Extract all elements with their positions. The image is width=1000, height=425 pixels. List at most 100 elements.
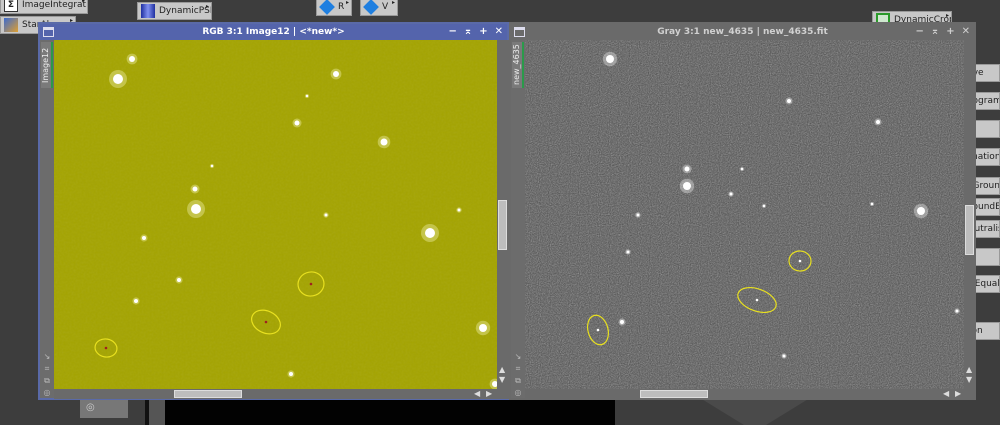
star-center [104, 346, 108, 350]
image-window-rgb[interactable]: RGB 3:1 Image12 | <*new*> − ⌅ + ✕ Image1… [38, 22, 509, 400]
psf-icon [141, 4, 155, 18]
star [380, 138, 388, 146]
star [305, 94, 309, 98]
star-center [264, 320, 268, 324]
fit-view-icon[interactable]: ↘ [513, 352, 523, 362]
view-tab[interactable]: new_4635 [512, 42, 524, 88]
scroll-thumb[interactable] [174, 390, 242, 398]
cube-icon [319, 0, 335, 15]
process-icon-v[interactable]: V ▸ [360, 0, 398, 16]
minimized-window[interactable]: ◎ [80, 398, 128, 418]
star [683, 182, 691, 190]
clone-icon[interactable]: ⧉ [513, 376, 523, 386]
scroll-right-icon[interactable]: ▶ [955, 389, 961, 398]
image-noise [525, 40, 964, 389]
maximize-button[interactable]: + [479, 24, 487, 40]
star [782, 354, 786, 358]
vertical-scrollbar[interactable]: ▲ ▼ [964, 40, 976, 389]
star [620, 320, 624, 324]
process-icon-r[interactable]: R ▸ [316, 0, 352, 16]
minimize-button[interactable]: − [448, 24, 456, 40]
star [129, 56, 135, 62]
star [955, 309, 959, 313]
star [113, 74, 123, 84]
star [177, 278, 181, 282]
settings-icon[interactable]: ◎ [42, 388, 52, 398]
window-menu-icon[interactable] [43, 27, 54, 37]
star [729, 192, 733, 196]
star-alignment-icon [4, 18, 18, 32]
star [289, 372, 293, 376]
star [787, 99, 791, 103]
star [626, 250, 630, 254]
star [606, 55, 614, 63]
divider [145, 398, 165, 425]
scroll-down-icon[interactable]: ▼ [499, 375, 505, 384]
scroll-down-icon[interactable]: ▼ [966, 375, 972, 384]
zoom-to-fit-icon[interactable]: ⌗ [513, 364, 523, 374]
star [134, 299, 138, 303]
scroll-left-icon[interactable]: ◀ [474, 389, 480, 398]
scroll-thumb[interactable] [965, 205, 974, 255]
star [333, 71, 339, 77]
image-window-gray[interactable]: Gray 3:1 new_4635 | new_4635.fit − ⌅ + ✕… [509, 22, 976, 400]
star [191, 204, 201, 214]
clone-icon[interactable]: ⧉ [42, 376, 52, 386]
process-icon-imageintegration[interactable]: Σ ImageIntegration▸ [0, 0, 88, 14]
workspace-shape [700, 398, 810, 425]
gear-icon: ◎ [86, 402, 95, 413]
cube-icon [363, 0, 379, 15]
window-title: Gray 3:1 new_4635 | new_4635.fit [657, 27, 828, 37]
process-icon-label: DynamicPSF [159, 6, 212, 16]
image-noise [54, 40, 497, 389]
image-canvas-rgb[interactable] [54, 40, 497, 389]
star [636, 213, 640, 217]
star [917, 207, 925, 215]
vertical-scrollbar[interactable]: ▲ ▼ [497, 40, 509, 389]
window-menu-icon[interactable] [514, 27, 525, 37]
horizontal-scrollbar[interactable]: ◀ ▶ [525, 389, 976, 399]
star [294, 120, 300, 126]
process-icon-dynamicpsf[interactable]: DynamicPSF ▸ [137, 2, 212, 20]
black-image-preview [165, 398, 615, 425]
shade-button[interactable]: ⌅ [931, 24, 939, 40]
title-bar[interactable]: RGB 3:1 Image12 | <*new*> − ⌅ + ✕ [40, 24, 507, 40]
star-center [309, 282, 313, 286]
star [762, 204, 766, 208]
view-tab[interactable]: Image12 [41, 42, 53, 88]
star [870, 202, 874, 206]
scroll-left-icon[interactable]: ◀ [943, 389, 949, 398]
shade-button[interactable]: ⌅ [464, 24, 472, 40]
scroll-right-icon[interactable]: ▶ [486, 389, 492, 398]
star [324, 213, 328, 217]
maximize-button[interactable]: + [946, 24, 954, 40]
horizontal-scrollbar[interactable]: ◀ ▶ [54, 389, 509, 399]
star [479, 324, 487, 332]
process-icon-label: ImageIntegration [22, 0, 88, 10]
scroll-thumb[interactable] [498, 200, 507, 250]
close-button[interactable]: ✕ [495, 24, 503, 40]
settings-icon[interactable]: ◎ [513, 388, 523, 398]
star-center [596, 328, 600, 332]
scroll-up-icon[interactable]: ▲ [966, 365, 972, 374]
fit-view-icon[interactable]: ↘ [42, 352, 52, 362]
zoom-to-fit-icon[interactable]: ⌗ [42, 364, 52, 374]
scroll-up-icon[interactable]: ▲ [499, 365, 505, 374]
star [684, 166, 690, 172]
process-icon-label: V [382, 2, 389, 12]
star [142, 236, 146, 240]
integration-icon: Σ [4, 0, 18, 12]
title-bar[interactable]: Gray 3:1 new_4635 | new_4635.fit − ⌅ + ✕ [511, 24, 974, 40]
window-title: RGB 3:1 Image12 | <*new*> [202, 27, 345, 37]
star-center [798, 259, 802, 263]
star [425, 228, 435, 238]
image-canvas-gray[interactable] [525, 40, 964, 389]
close-button[interactable]: ✕ [962, 24, 970, 40]
minimize-button[interactable]: − [915, 24, 923, 40]
star [210, 164, 214, 168]
star [192, 186, 198, 192]
scroll-thumb[interactable] [640, 390, 708, 398]
process-icon-label: R [338, 2, 345, 12]
star-center [755, 298, 759, 302]
star [457, 208, 461, 212]
